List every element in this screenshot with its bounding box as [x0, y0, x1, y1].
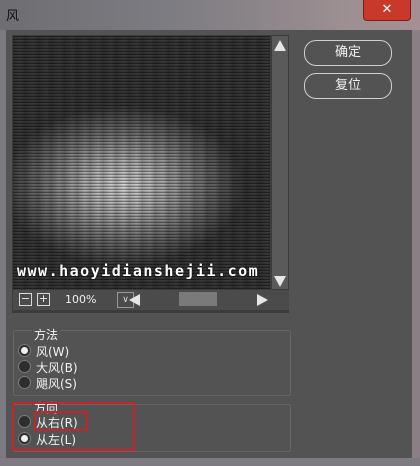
horizontal-scroll-thumb[interactable]: [179, 292, 217, 306]
method-label: 方法: [32, 326, 61, 343]
filter-preview-image[interactable]: www.haoyidianshejii.com: [13, 36, 270, 289]
minus-icon: −: [20, 292, 31, 305]
method-option-label: 风(W): [36, 345, 70, 359]
window-frame-right: [412, 30, 420, 466]
ok-button[interactable]: 确定: [304, 40, 392, 66]
method-option-label: 大风(B): [36, 361, 78, 375]
close-icon: ✕: [381, 2, 393, 17]
dialog-title: 风: [6, 9, 20, 24]
close-button[interactable]: ✕: [363, 0, 411, 21]
scroll-right-arrow-icon[interactable]: [257, 294, 268, 306]
zoom-in-button[interactable]: +: [37, 293, 50, 306]
title-bar[interactable]: 风 ✕: [0, 0, 420, 30]
wind-filter-dialog: 风 ✕ www.haoyidianshejii.com − + 100% ∨ 确…: [0, 0, 420, 466]
reset-button[interactable]: 复位: [304, 73, 392, 99]
scroll-left-arrow-icon[interactable]: [129, 294, 140, 306]
scroll-up-arrow-icon[interactable]: [274, 40, 286, 51]
radio-icon[interactable]: [18, 376, 31, 389]
plus-icon: +: [38, 292, 49, 305]
preview-vertical-scrollbar[interactable]: [272, 36, 288, 289]
scroll-down-arrow-icon[interactable]: [274, 276, 286, 287]
chevron-down-icon: ∨: [122, 295, 129, 305]
radio-selected-icon[interactable]: [18, 344, 31, 357]
window-frame-left: [0, 30, 6, 466]
window-frame-bottom: [0, 458, 420, 466]
zoom-out-button[interactable]: −: [19, 293, 32, 306]
highlight-box-inner: [34, 411, 88, 431]
zoom-bar: − + 100% ∨: [13, 290, 289, 310]
watermark-text: www.haoyidianshejii.com: [17, 262, 260, 280]
method-option-label: 飓风(S): [36, 377, 77, 391]
radio-icon[interactable]: [18, 360, 31, 373]
zoom-level: 100%: [65, 293, 97, 306]
